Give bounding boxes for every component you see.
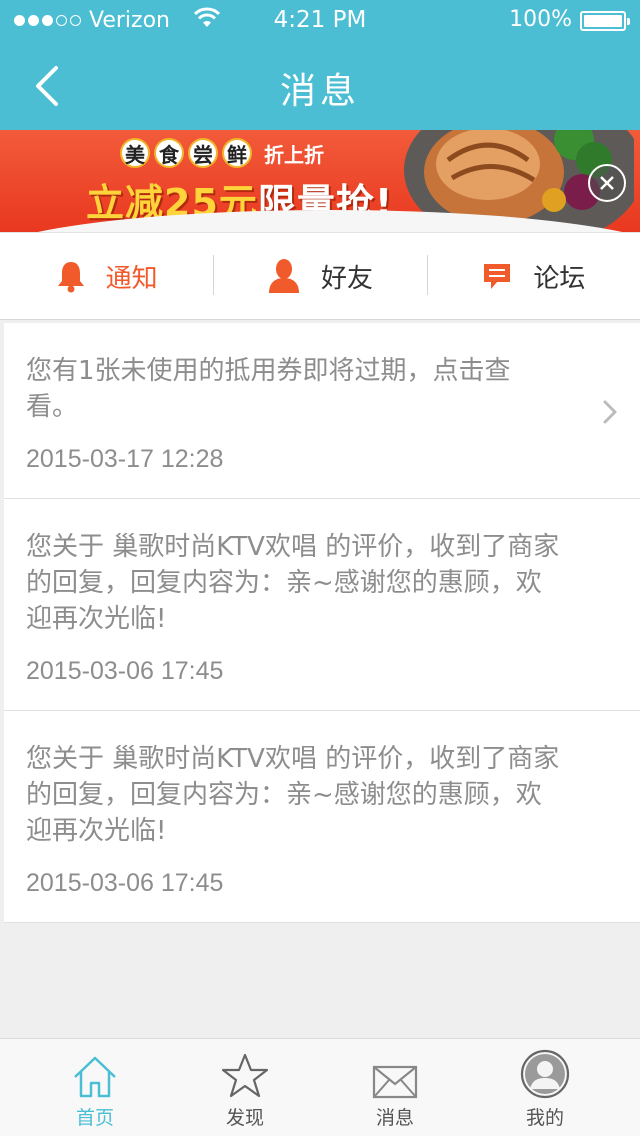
tabbar-item-home[interactable]: 首页: [20, 1039, 170, 1136]
star-icon: [221, 1053, 269, 1098]
tab-forum[interactable]: 论坛: [426, 233, 640, 319]
message-text: 您有1张未使用的抵用券即将过期，点击查看。: [26, 356, 511, 422]
message-timestamp: 2015-03-17 12:28: [26, 445, 224, 473]
banner-char: 美: [120, 138, 150, 168]
tabbar-item-discover[interactable]: 发现: [170, 1039, 320, 1136]
banner-headline: 美 食 尝 鲜 折上折: [120, 138, 324, 168]
chat-bubble-icon: [484, 264, 511, 289]
battery-icon: [580, 11, 630, 31]
tabbar-label: 发现: [225, 1107, 264, 1129]
header-bar: Verizon 4:21 PM 100% 消息: [0, 0, 640, 130]
home-icon: [74, 1056, 116, 1098]
message-text: 您关于 巢歌时尚KTV欢唱 的评价，收到了商家的回复，回复内容为：亲~感谢您的惠…: [26, 744, 560, 846]
status-bar: Verizon 4:21 PM 100%: [0, 0, 640, 40]
message-item[interactable]: 您关于 巢歌时尚KTV欢唱 的评价，收到了商家的回复，回复内容为：亲~感谢您的惠…: [4, 711, 640, 923]
profile-icon: [520, 1049, 570, 1099]
banner-close-button[interactable]: [588, 164, 626, 202]
message-item[interactable]: 您有1张未使用的抵用券即将过期，点击查看。 2015-03-17 12:28: [4, 323, 640, 499]
battery-percent: 100%: [509, 7, 572, 32]
envelope-icon: [372, 1065, 418, 1099]
page-title: 消息: [279, 71, 360, 112]
tab-notifications[interactable]: 通知: [0, 233, 213, 319]
message-category-tabs: 通知 好友 论坛: [0, 232, 640, 320]
chevron-right-icon: [603, 400, 617, 424]
tabbar-label: 消息: [375, 1107, 414, 1129]
bell-icon: [57, 262, 84, 293]
message-timestamp: 2015-03-06 17:45: [26, 869, 224, 897]
tabbar-label: 首页: [75, 1107, 114, 1129]
banner-char: 尝: [188, 138, 218, 168]
tabbar-label: 我的: [525, 1107, 564, 1129]
tab-label: 好友: [320, 263, 373, 294]
promo-banner[interactable]: 美 食 尝 鲜 折上折 立减25元限量抢!: [0, 130, 640, 232]
tab-friends[interactable]: 好友: [213, 233, 426, 319]
banner-char: 鲜: [222, 138, 252, 168]
navigation-bar: 消息: [0, 40, 640, 130]
message-timestamp: 2015-03-06 17:45: [26, 657, 224, 685]
tab-label: 通知: [105, 263, 158, 294]
bottom-tab-bar: 首页 发现 消息 我的: [0, 1038, 640, 1136]
person-icon: [268, 259, 299, 293]
message-item[interactable]: 您关于 巢歌时尚KTV欢唱 的评价，收到了商家的回复，回复内容为：亲~感谢您的惠…: [4, 499, 640, 711]
tabbar-item-messages[interactable]: 消息: [320, 1039, 470, 1136]
banner-subtitle: 折上折: [264, 142, 324, 167]
tabbar-item-profile[interactable]: 我的: [470, 1039, 620, 1136]
message-list: 您有1张未使用的抵用券即将过期，点击查看。 2015-03-17 12:28 您…: [4, 323, 640, 923]
banner-char: 食: [154, 138, 184, 168]
tab-label: 论坛: [533, 263, 586, 294]
message-text: 您关于 巢歌时尚KTV欢唱 的评价，收到了商家的回复，回复内容为：亲~感谢您的惠…: [26, 532, 560, 634]
close-icon: [600, 176, 614, 190]
